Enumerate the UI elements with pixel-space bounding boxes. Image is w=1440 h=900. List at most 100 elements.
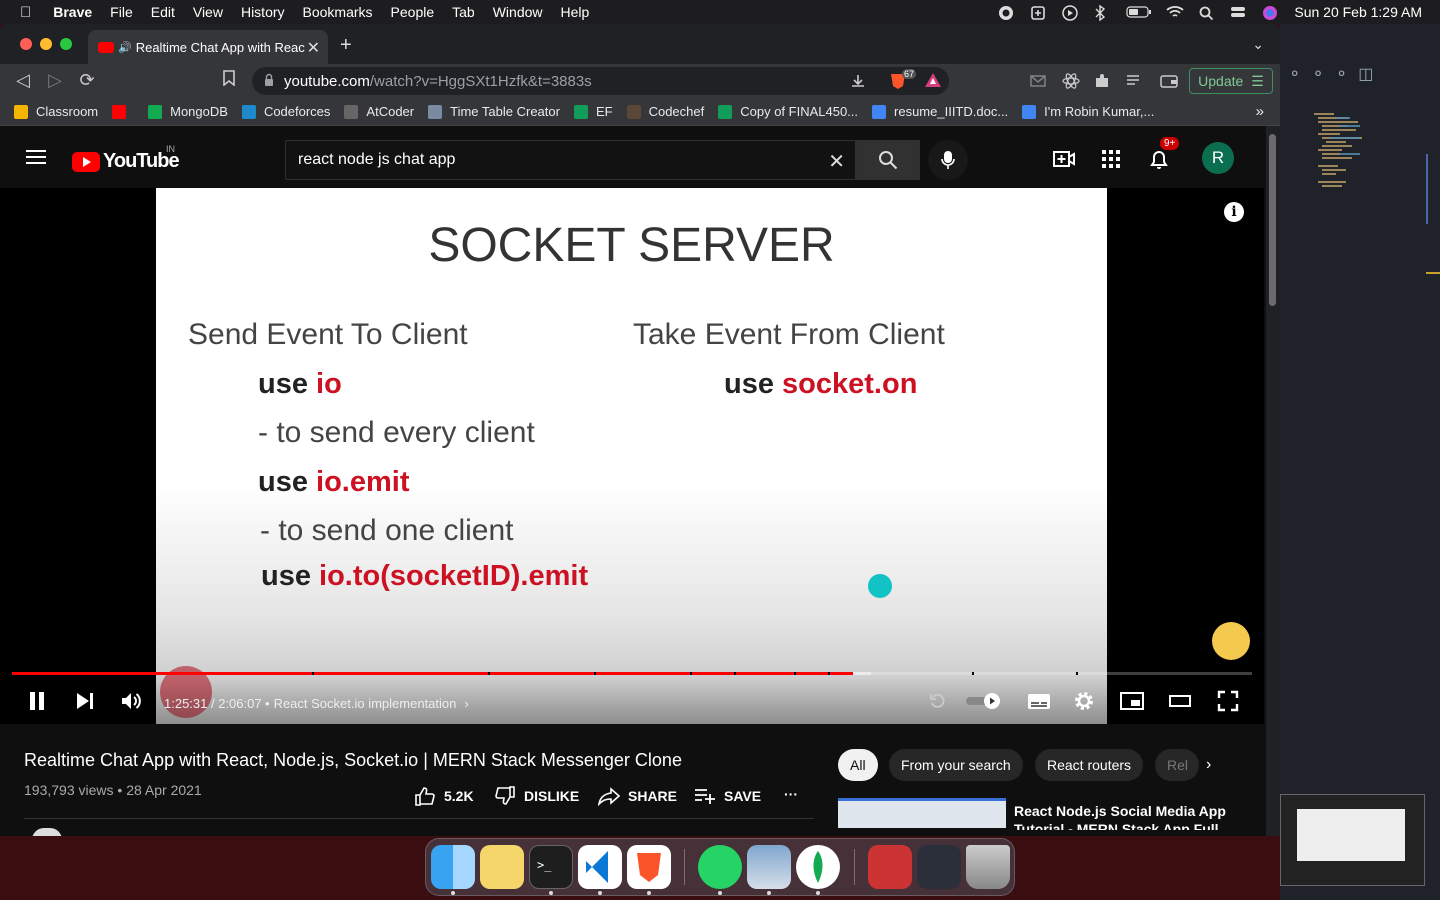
- search-button[interactable]: [856, 140, 920, 180]
- brave-shields-icon[interactable]: 67: [888, 69, 918, 91]
- menu-app-name[interactable]: Brave: [53, 4, 92, 20]
- mail-extension-icon[interactable]: [1030, 74, 1046, 93]
- chapter-title[interactable]: • React Socket.io implementation ›: [265, 696, 469, 711]
- share-button[interactable]: SHARE: [598, 786, 677, 806]
- forward-button[interactable]: ▷: [44, 70, 66, 91]
- documents-folder-icon[interactable]: [868, 845, 912, 889]
- bookmarks-overflow-icon[interactable]: »: [1256, 103, 1264, 120]
- bookmark-item[interactable]: Classroom: [14, 104, 98, 119]
- apps-grid-icon[interactable]: [1100, 148, 1124, 170]
- next-video-button[interactable]: [72, 684, 98, 718]
- react-devtools-icon[interactable]: [1062, 73, 1080, 94]
- control-center-icon[interactable]: [1230, 5, 1248, 19]
- miniplayer-button[interactable]: [1118, 684, 1146, 718]
- page-scrollbar[interactable]: [1266, 126, 1280, 836]
- tab-youtube[interactable]: 🔊 Realtime Chat App with Reac ✕: [88, 30, 328, 64]
- reading-list-icon[interactable]: [1126, 73, 1142, 94]
- info-icon[interactable]: i: [1224, 202, 1244, 222]
- search-input[interactable]: react node js chat app ✕: [285, 140, 856, 180]
- hamburger-menu-icon[interactable]: [26, 150, 46, 164]
- audio-playing-icon[interactable]: 🔊: [118, 41, 132, 54]
- clear-search-icon[interactable]: ✕: [828, 149, 845, 174]
- fullscreen-button[interactable]: [1214, 684, 1242, 718]
- account-avatar[interactable]: R: [1202, 142, 1234, 174]
- bookmark-item[interactable]: MongoDB: [148, 104, 228, 119]
- subtitles-button[interactable]: [1016, 684, 1060, 718]
- bluetooth-icon[interactable]: [1094, 4, 1112, 22]
- screenshot-preview-thumbnail[interactable]: [1280, 794, 1425, 886]
- menu-bookmarks[interactable]: Bookmarks: [303, 4, 373, 20]
- chip-react-routers[interactable]: React routers: [1035, 749, 1144, 781]
- new-tab-button[interactable]: +: [340, 34, 352, 57]
- mongodb-compass-icon[interactable]: [796, 845, 840, 889]
- theater-mode-button[interactable]: [1166, 684, 1194, 718]
- siri-icon[interactable]: [1262, 5, 1280, 20]
- video-player[interactable]: SOCKET SERVER Send Event To Client use i…: [0, 188, 1264, 724]
- dislike-button[interactable]: DISLIKE: [494, 786, 579, 806]
- autoplay-toggle[interactable]: [962, 684, 1006, 718]
- bookmark-item[interactable]: AtCoder: [344, 104, 414, 119]
- terminal-icon[interactable]: >_: [529, 845, 573, 889]
- recommended-video-thumbnail[interactable]: [838, 798, 1006, 828]
- menu-file[interactable]: File: [110, 4, 133, 20]
- bookmark-item[interactable]: I'm Robin Kumar,...: [1022, 104, 1154, 119]
- save-button[interactable]: SAVE: [694, 786, 761, 806]
- menu-history[interactable]: History: [241, 4, 285, 20]
- menu-tab[interactable]: Tab: [452, 4, 475, 20]
- bookmark-item[interactable]: Codechef: [626, 104, 704, 119]
- menu-window[interactable]: Window: [493, 4, 543, 20]
- menubar-clock[interactable]: Sun 20 Feb 1:29 AM: [1294, 4, 1422, 20]
- stickies-notes-icon[interactable]: [480, 845, 524, 889]
- voice-search-button[interactable]: [928, 140, 968, 180]
- window-close-button[interactable]: [20, 38, 32, 50]
- window-zoom-button[interactable]: [60, 38, 72, 50]
- bookmark-item[interactable]: Copy of FINAL450...: [718, 104, 858, 119]
- bookmark-item[interactable]: Codeforces: [241, 104, 330, 119]
- youtube-logo[interactable]: YouTube IN: [72, 144, 180, 173]
- back-button[interactable]: ◁: [12, 70, 34, 91]
- tab-search-chevron-icon[interactable]: ⌄: [1252, 36, 1264, 53]
- bookmark-item[interactable]: resume_IIITD.doc...: [872, 104, 1008, 119]
- bookmark-item[interactable]: Time Table Creator: [428, 104, 560, 119]
- scrollbar-thumb[interactable]: [1269, 134, 1276, 306]
- chip-related[interactable]: Rel: [1155, 749, 1199, 781]
- address-bar[interactable]: youtube.com/watch?v=HggSXt1Hzfk&t=3883s …: [252, 67, 949, 95]
- wallet-icon[interactable]: [1160, 73, 1178, 94]
- brave-rewards-icon[interactable]: [924, 72, 942, 92]
- vpn-icon[interactable]: [1030, 5, 1048, 20]
- finder-icon[interactable]: [431, 845, 475, 889]
- mute-button[interactable]: [118, 684, 146, 718]
- lock-icon[interactable]: [264, 73, 274, 91]
- download-icon[interactable]: [850, 73, 866, 93]
- wifi-icon[interactable]: [1166, 5, 1184, 19]
- chip-from-your-search[interactable]: From your search: [889, 749, 1023, 781]
- trash-icon[interactable]: [966, 845, 1010, 889]
- window-minimize-button[interactable]: [40, 38, 52, 50]
- chip-all[interactable]: All: [838, 749, 878, 781]
- grammarly-icon[interactable]: [998, 5, 1016, 20]
- previous-arrow-icon[interactable]: ‹: [170, 438, 210, 478]
- menu-edit[interactable]: Edit: [151, 4, 175, 20]
- play-status-icon[interactable]: [1062, 5, 1080, 21]
- channel-branding-icon[interactable]: [1212, 622, 1250, 660]
- more-actions-button[interactable]: ···: [784, 786, 798, 802]
- reload-button[interactable]: ⟳: [76, 70, 98, 91]
- chips-next-chevron-icon[interactable]: ›: [1206, 756, 1211, 774]
- menu-view[interactable]: View: [193, 4, 223, 20]
- notifications-bell-icon[interactable]: [1148, 148, 1172, 170]
- vscode-icon[interactable]: [578, 845, 622, 889]
- whatsapp-icon[interactable]: [698, 845, 742, 889]
- bookmark-item[interactable]: [112, 104, 134, 119]
- battery-icon[interactable]: [1126, 5, 1152, 19]
- extensions-puzzle-icon[interactable]: [1094, 73, 1110, 94]
- update-button[interactable]: Update ☰: [1189, 68, 1273, 94]
- settings-button[interactable]: [1070, 684, 1098, 718]
- bookmark-item[interactable]: EF: [573, 104, 613, 119]
- next-arrow-icon[interactable]: ›: [1051, 438, 1091, 478]
- apple-icon[interactable]: : [20, 4, 31, 21]
- brave-browser-icon[interactable]: [627, 845, 671, 889]
- downloads-stack-icon[interactable]: [917, 845, 961, 889]
- channel-avatar[interactable]: [32, 828, 62, 836]
- replay-button[interactable]: [926, 684, 950, 718]
- create-video-icon[interactable]: [1052, 148, 1076, 170]
